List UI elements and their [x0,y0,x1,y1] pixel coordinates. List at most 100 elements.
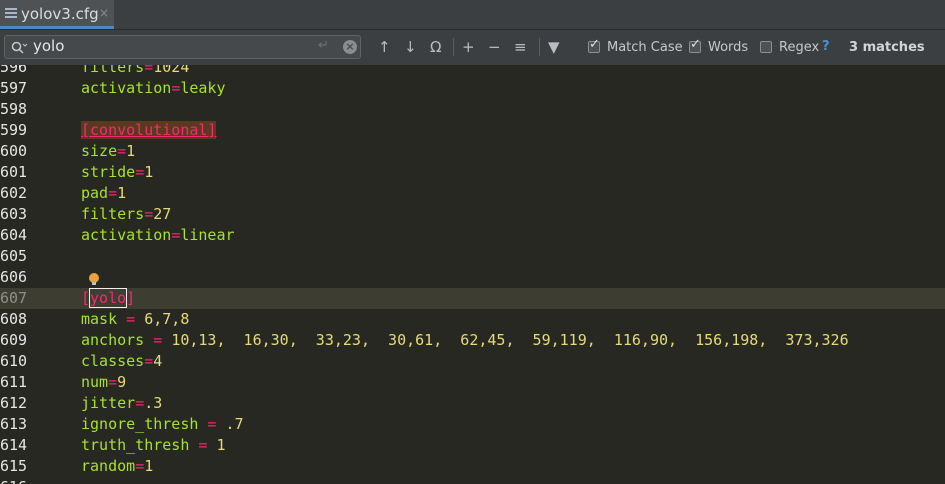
code-line[interactable]: 600 size=1 [0,141,945,162]
code-line[interactable]: 602 pad=1 [0,183,945,204]
line-number: 598 [0,100,28,118]
text-file-icon [5,6,17,20]
regex-checkbox[interactable] [760,41,772,53]
line-content[interactable]: pad=1 [81,183,126,204]
line-content[interactable]: classes=4 [81,351,162,372]
add-selection-icon[interactable]: + [462,38,475,56]
code-line-current[interactable]: 607 [yolo] [0,288,945,309]
config-value: 1024 [153,65,190,76]
words-checkbox[interactable]: ✓ [689,37,701,53]
line-number: 599 [0,121,28,139]
match-case-checkbox[interactable]: ✓ [588,37,600,53]
line-content[interactable]: stride=1 [81,162,153,183]
words-label[interactable]: Words [708,40,748,55]
line-content[interactable]: anchors = 10,13, 16,30, 33,23, 30,61, 62… [81,330,849,351]
code-line[interactable]: 614 truth_thresh = 1 [0,435,945,456]
assignment-operator: = [117,142,127,160]
line-content[interactable]: num=9 [81,372,126,393]
line-number: 600 [0,142,28,160]
line-content[interactable]: filters=27 [81,204,171,225]
code-line[interactable]: 596 filters=1024 [0,65,945,78]
config-value: .3 [144,394,163,412]
line-content[interactable]: mask = 6,7,8 [81,309,189,330]
code-line[interactable]: 603 filters=27 [0,204,945,225]
search-input[interactable]: yolo [33,37,64,55]
toolbar-divider [539,38,540,56]
code-line[interactable]: 611 num=9 [0,372,945,393]
code-line[interactable]: 598 [0,99,945,120]
code-line[interactable]: 597 activation=leaky [0,78,945,99]
line-content[interactable]: filters=1024 [81,65,189,78]
line-number: 611 [0,373,28,391]
line-number: 602 [0,184,28,202]
checkmark-icon: ✓ [690,37,701,52]
line-content[interactable]: ignore_thresh = .7 [81,414,244,435]
section-bracket-open: [ [81,289,91,307]
assignment-operator: = [117,310,145,328]
code-line[interactable]: 610 classes=4 [0,351,945,372]
line-number: 605 [0,247,28,265]
config-key: num [81,373,109,391]
line-content[interactable]: activation=leaky [81,78,226,99]
line-number: 603 [0,205,28,223]
code-line[interactable]: 612 jitter=.3 [0,393,945,414]
new-line-icon[interactable]: ↵ [318,38,329,53]
line-number: 597 [0,79,28,97]
regex-help-icon[interactable]: ? [822,39,830,54]
code-line[interactable]: 615 random=1 [0,456,945,477]
code-line[interactable]: 604 activation=linear [0,225,945,246]
match-case-label[interactable]: Match Case [607,40,683,55]
line-number: 596 [0,65,28,76]
regex-label[interactable]: Regex [779,40,819,55]
config-key: anchors [81,331,145,349]
code-line[interactable]: 613 ignore_thresh = .7 [0,414,945,435]
config-key: pad [81,184,109,202]
code-line[interactable]: 601 stride=1 [0,162,945,183]
assignment-operator: = [171,226,181,244]
close-tab-icon[interactable]: × [99,6,109,20]
code-line[interactable]: 609 anchors = 10,13, 16,30, 33,23, 30,61… [0,330,945,351]
next-occurrence-icon[interactable]: ↓ [404,38,417,56]
config-key: filters [81,205,145,223]
config-value: 1 [126,142,136,160]
code-line[interactable]: 605 [0,246,945,267]
line-content[interactable]: truth_thresh = 1 [81,435,226,456]
clear-search-icon[interactable]: × [343,40,357,54]
code-line[interactable]: 608 mask = 6,7,8 [0,309,945,330]
code-line[interactable]: 616 [0,477,945,484]
config-key: mask [81,310,118,328]
code-line[interactable]: 599 [convolutional] [0,120,945,141]
line-number: 601 [0,163,28,181]
search-field[interactable]: yolo ↵ × [4,35,361,59]
config-value: 1 [216,436,226,454]
assignment-operator: = [135,163,145,181]
tab-title: yolov3.cfg [21,5,99,23]
previous-occurrence-icon[interactable]: ↑ [378,38,391,56]
line-content[interactable]: activation=linear [81,225,235,246]
line-content[interactable]: [yolo] [81,288,135,309]
line-content[interactable]: random=1 [81,456,153,477]
tab-yolov3-cfg[interactable]: yolov3.cfg × [0,0,114,29]
config-value: 1 [144,163,154,181]
code-editor[interactable]: 596 filters=1024 597 activation=leaky 59… [0,65,945,484]
assignment-operator: = [144,331,172,349]
assignment-operator: = [108,373,118,391]
assignment-operator: = [135,457,145,475]
line-content[interactable]: [convolutional] [81,120,217,141]
config-key: filters [81,65,145,76]
line-number: 608 [0,310,28,328]
line-number: 612 [0,394,28,412]
code-line[interactable]: 606 [0,267,945,288]
config-value: .7 [225,415,244,433]
line-content[interactable]: size=1 [81,141,135,162]
select-all-occurrences-icon[interactable]: ≡ [514,38,527,56]
config-value: 27 [153,205,172,223]
assignment-operator: = [144,352,154,370]
assignment-operator: = [189,436,217,454]
unselect-occurrence-icon[interactable]: − [488,38,501,56]
line-number: 616 [0,477,30,484]
line-content[interactable]: jitter=.3 [81,393,162,414]
filter-icon[interactable]: ▼ [548,38,560,56]
search-icon[interactable] [11,40,28,59]
find-all-icon[interactable]: Ω [430,38,441,56]
